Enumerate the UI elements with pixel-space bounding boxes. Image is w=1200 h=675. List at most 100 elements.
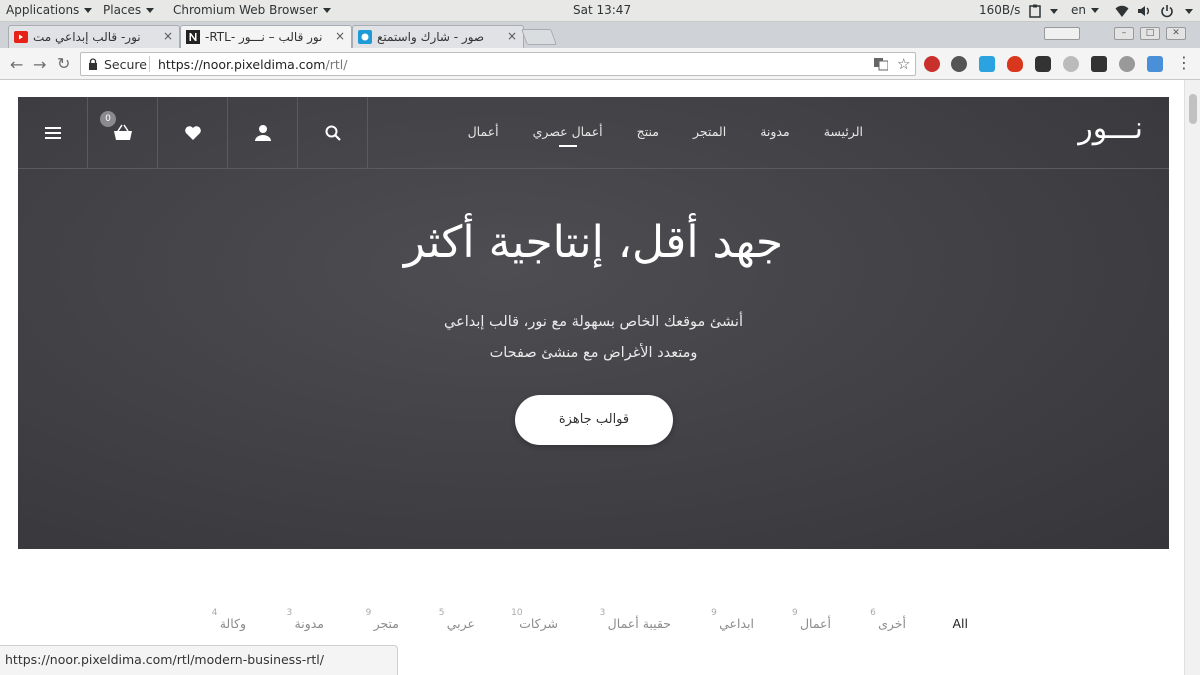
filter-business[interactable]: أعمال 9 — [792, 608, 831, 631]
nav-blog[interactable]: مدونة — [760, 124, 789, 139]
close-icon[interactable]: × — [335, 29, 345, 43]
site-header: 0 الرئيسةمدونةالمتجرمنتجأعمال عصريأعمال … — [18, 97, 1169, 169]
nav-shop[interactable]: المتجر — [693, 124, 726, 139]
tab-1[interactable]: نور- قالب إبداعي مت × — [8, 25, 180, 48]
tab-title: صور - شارك واستمتع — [377, 30, 485, 44]
grid-extension-icon[interactable] — [1147, 56, 1163, 72]
refresh-extension-icon[interactable] — [1119, 56, 1135, 72]
filter-label: حقيبة أعمال — [607, 616, 671, 631]
filter-label: وكالة — [219, 616, 246, 631]
cart-count-badge: 0 — [100, 111, 116, 127]
page-scrollbar[interactable] — [1184, 80, 1200, 675]
back-arrow-icon[interactable]: ← — [10, 55, 23, 74]
bookmark-star-icon[interactable]: ☆ — [897, 55, 911, 73]
cloud-extension-icon[interactable] — [1063, 56, 1079, 72]
filter-arabic[interactable]: عربي 5 — [439, 608, 475, 631]
network-speed: 160B/s — [979, 3, 1021, 17]
language-label: en — [1071, 3, 1086, 17]
link-status-bubble: https://noor.pixeldima.com/rtl/modern-bu… — [0, 645, 398, 675]
language-menu[interactable]: en — [1071, 3, 1099, 17]
filter-label: عربي — [446, 616, 475, 631]
fire-extension-icon[interactable] — [1007, 56, 1023, 72]
filter-label: All — [952, 616, 969, 631]
filter-label: أعمال — [799, 616, 831, 631]
filter-label: متجر — [373, 616, 399, 631]
places-menu-label: Places — [103, 3, 142, 17]
wifi-icon[interactable] — [1115, 4, 1129, 18]
filter-count: 3 — [599, 608, 606, 618]
filter-count: 10 — [511, 608, 523, 618]
filter-agency[interactable]: وكالة 4 — [212, 608, 246, 631]
close-icon[interactable]: × — [163, 29, 173, 43]
cart-button[interactable] — [88, 97, 158, 169]
close-icon[interactable]: × — [507, 29, 517, 43]
image-favicon-icon — [358, 30, 372, 44]
chevron-down-icon — [1091, 8, 1099, 13]
filter-label: شركات — [519, 616, 558, 631]
tab-title: نور قالب – نـــور -RTL- — [205, 30, 323, 44]
tab-3[interactable]: صور - شارك واستمتع × — [352, 25, 524, 48]
account-button[interactable] — [228, 97, 298, 169]
nav-product[interactable]: منتج — [637, 124, 659, 139]
chevron-down-icon[interactable] — [1050, 9, 1058, 14]
clipboard-icon[interactable] — [1028, 4, 1042, 18]
hamburger-menu-button[interactable] — [18, 97, 88, 169]
filter-portfolio[interactable]: حقيبة أعمال 3 — [600, 608, 671, 631]
wordpress-extension-icon[interactable] — [951, 56, 967, 72]
filter-count: 6 — [870, 608, 876, 618]
filter-count: 9 — [365, 608, 372, 618]
minimize-button[interactable]: – — [1114, 27, 1134, 40]
power-icon[interactable] — [1160, 4, 1174, 18]
download-extension-icon[interactable] — [1091, 56, 1107, 72]
ready-templates-button[interactable]: قوالب جاهزة — [515, 395, 673, 445]
address-bar[interactable]: Secure https://noor.pixeldima.com/rtl/ ☆ — [80, 52, 916, 76]
tab-title: نور- قالب إبداعي مت — [33, 30, 141, 44]
forward-arrow-icon[interactable]: → — [33, 55, 46, 74]
heart-icon — [184, 126, 201, 140]
youtube-favicon-icon — [14, 31, 28, 43]
filter-creative[interactable]: ابداعي 9 — [711, 608, 754, 631]
url-separator — [149, 56, 150, 72]
applications-menu-label: Applications — [6, 3, 80, 17]
reload-icon[interactable]: ↻ — [57, 54, 70, 73]
nav-business[interactable]: أعمال — [468, 124, 499, 139]
system-top-bar: Applications Places Chromium Web Browser… — [0, 0, 1200, 22]
filter-count: 9 — [791, 608, 798, 618]
adblock-extension-icon[interactable] — [924, 56, 940, 72]
wishlist-button[interactable] — [158, 97, 228, 169]
nav-modern-business[interactable]: أعمال عصري — [533, 124, 603, 139]
portfolio-filters: All أخرى 6 أعمال 9 ابداعي 9 حقيبة أعمال 3 شر… — [0, 600, 1184, 640]
chevron-down-icon[interactable] — [1185, 9, 1193, 14]
places-menu[interactable]: Places — [103, 3, 155, 17]
filter-other[interactable]: أخرى 6 — [870, 608, 906, 631]
filter-label: ابداعي — [719, 616, 754, 631]
hero-subtitle-line: ومتعدد الأغراض مع منشئ صفحات — [489, 345, 698, 361]
plus-extension-icon[interactable] — [979, 56, 995, 72]
app-menu-label: Chromium Web Browser — [173, 3, 318, 17]
translate-icon[interactable] — [874, 57, 888, 71]
chevron-down-icon — [84, 8, 93, 13]
filter-corporate[interactable]: شركات 10 — [511, 608, 558, 631]
lock-icon — [89, 58, 97, 70]
app-menu[interactable]: Chromium Web Browser — [173, 3, 331, 17]
octopus-extension-icon[interactable] — [1035, 56, 1051, 72]
scrollbar-thumb[interactable] — [1189, 94, 1197, 124]
filter-store[interactable]: متجر 9 — [366, 608, 399, 631]
new-tab-button[interactable] — [521, 29, 557, 45]
volume-icon[interactable] — [1137, 4, 1151, 18]
maximize-button[interactable]: □ — [1140, 27, 1160, 40]
clock[interactable]: Sat 13:47 — [573, 3, 631, 17]
kebab-menu-icon[interactable]: ⋮ — [1176, 53, 1192, 72]
close-window-button[interactable]: ✕ — [1166, 27, 1186, 40]
filter-all[interactable]: All — [953, 616, 969, 631]
hero-section: 0 الرئيسةمدونةالمتجرمنتجأعمال عصريأعمال … — [18, 97, 1169, 549]
search-button[interactable] — [298, 97, 368, 169]
filter-blog[interactable]: مدونة 3 — [287, 608, 324, 631]
applications-menu[interactable]: Applications — [6, 3, 93, 17]
filter-count: 4 — [211, 608, 218, 618]
site-logo[interactable]: نـــور — [1078, 111, 1143, 146]
incognito-badge-icon — [1044, 27, 1080, 40]
browser-toolbar: ← → ↻ Secure https://noor.pixeldima.com/… — [0, 48, 1200, 80]
nav-home[interactable]: الرئيسة — [824, 124, 863, 139]
tab-2-active[interactable]: نور قالب – نـــور -RTL- × — [180, 25, 352, 48]
